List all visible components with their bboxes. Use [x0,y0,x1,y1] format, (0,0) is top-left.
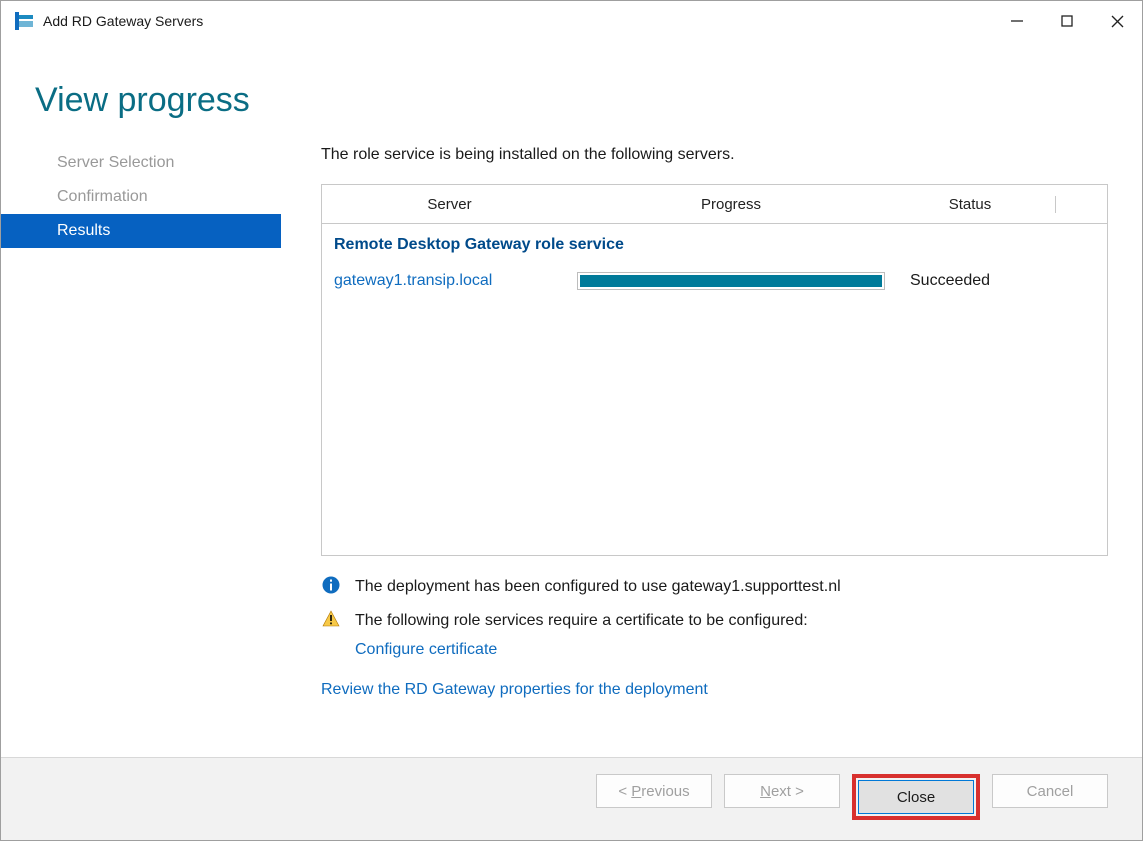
cancel-button-label: Cancel [1027,783,1074,800]
sidebar-item-label: Results [57,222,110,239]
configure-certificate-link[interactable]: Configure certificate [355,637,497,663]
next-button: Next > [724,774,840,808]
cancel-button: Cancel [992,774,1108,808]
titlebar: Add RD Gateway Servers [1,1,1142,41]
wizard-footer: < Previous Next > Close Cancel [1,757,1142,840]
maximize-button[interactable] [1042,3,1092,39]
progress-bar-fill [580,275,882,287]
window-title: Add RD Gateway Servers [43,13,203,29]
cell-progress [577,272,890,290]
notes-area: The deployment has been configured to us… [321,556,1108,699]
warning-text-block: The following role services require a ce… [355,608,1108,663]
intro-text: The role service is being installed on t… [321,146,1108,164]
sidebar-item-results[interactable]: Results [1,214,281,248]
close-button-highlight: Close [852,774,980,820]
window-controls [992,3,1142,39]
close-button[interactable]: Close [858,780,974,814]
grid-header-row: Server Progress Status [322,185,1107,224]
sidebar-item-server-selection: Server Selection [1,146,281,180]
close-button-label: Close [897,789,935,806]
note-info: The deployment has been configured to us… [321,570,1108,604]
grid-body: Remote Desktop Gateway role service gate… [322,224,1107,555]
body-row: Server Selection Confirmation Results Th… [1,146,1142,757]
page-title: View progress [1,41,1142,146]
wizard-steps-sidebar: Server Selection Confirmation Results [1,146,281,757]
column-header-server[interactable]: Server [322,196,577,213]
column-header-status[interactable]: Status [885,196,1056,213]
cell-server-name[interactable]: gateway1.transip.local [334,272,577,290]
warning-text: The following role services require a ce… [355,612,808,629]
progress-bar [577,272,885,290]
table-row: gateway1.transip.local Succeeded [334,268,1103,294]
grid-section-title: Remote Desktop Gateway role service [334,236,1103,254]
wizard-window: Add RD Gateway Servers View progress Ser… [0,0,1143,841]
server-manager-icon [15,12,33,30]
sidebar-item-confirmation: Confirmation [1,180,281,214]
main-panel: The role service is being installed on t… [281,146,1142,757]
review-properties-link[interactable]: Review the RD Gateway properties for the… [321,681,1108,699]
info-icon [321,574,341,594]
note-warning: The following role services require a ce… [321,604,1108,667]
info-text: The deployment has been configured to us… [355,574,1108,600]
minimize-button[interactable] [992,3,1042,39]
close-window-button[interactable] [1092,3,1142,39]
previous-button: < Previous [596,774,712,808]
sidebar-item-label: Server Selection [57,154,174,171]
cell-status: Succeeded [890,272,990,290]
column-header-progress[interactable]: Progress [577,196,885,213]
warning-icon [321,608,341,628]
sidebar-item-label: Confirmation [57,188,148,205]
content-area: View progress Server Selection Confirmat… [1,41,1142,757]
progress-grid: Server Progress Status Remote Desktop Ga… [321,184,1108,556]
